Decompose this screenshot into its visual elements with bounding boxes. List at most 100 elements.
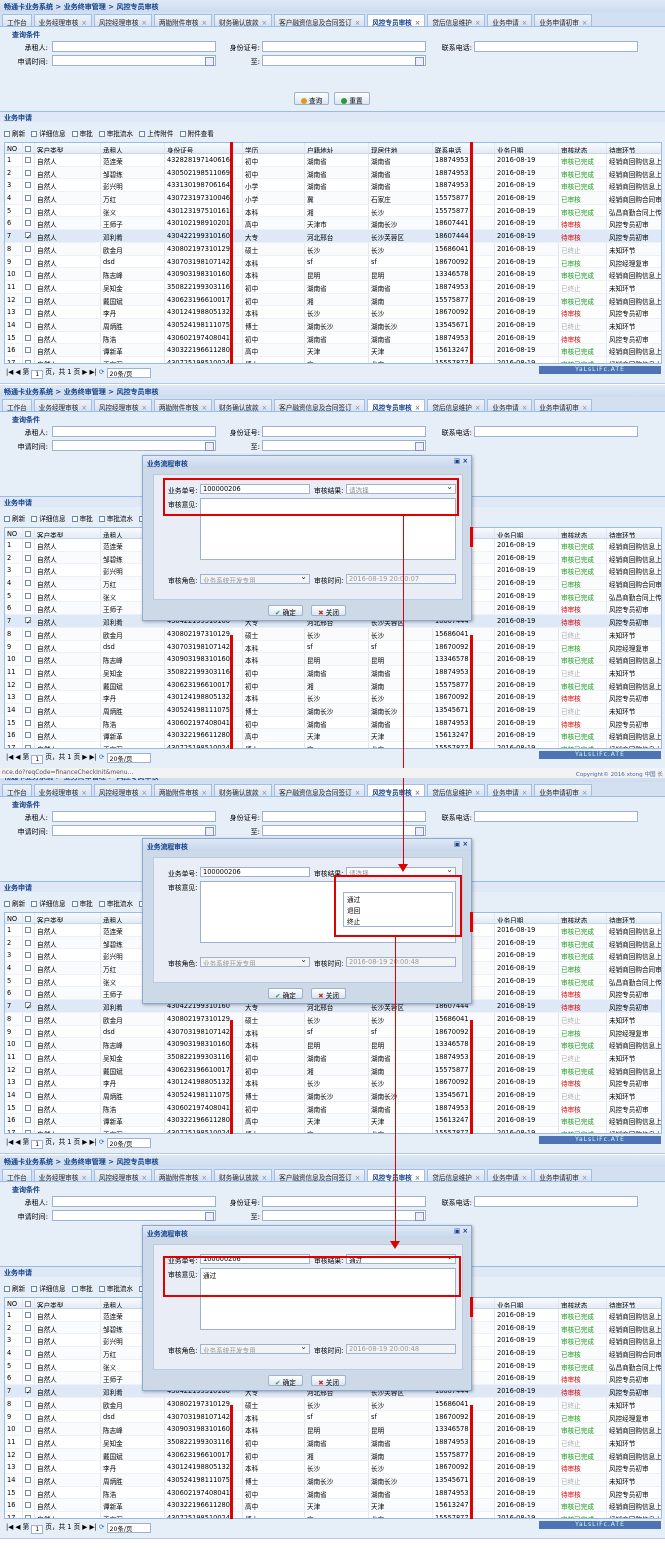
tab-5[interactable]: 客户融资信息及合同签订 × [274,784,366,796]
page-input[interactable]: 1 [31,1525,44,1534]
column-header[interactable]: 业务日期 [495,1298,559,1308]
tab-8[interactable]: 业务申请 × [487,14,533,26]
column-header[interactable]: 审核状态 [559,1298,607,1308]
toolbar-button-1[interactable]: 详细信息 [31,898,66,908]
table-row[interactable]: 11 自然人 吴知金 350822199303116 初中 湖南省 湖南省 18… [5,1435,661,1449]
row-checkbox[interactable] [25,990,31,997]
row-checkbox[interactable] [25,965,31,972]
row-checkbox[interactable] [25,1015,31,1022]
row-checkbox[interactable] [25,732,31,739]
tab-3[interactable]: 两勘附件审核 × [153,14,213,26]
column-header[interactable] [23,1298,35,1308]
close-icon[interactable]: × [462,457,468,465]
close-icon[interactable]: × [475,1174,481,1181]
page-input[interactable]: 1 [31,370,44,379]
page-size-select[interactable]: 20条/页 [106,1523,151,1533]
column-header[interactable]: NO [5,143,23,153]
renter-input[interactable] [52,811,216,822]
table-row[interactable]: 15 自然人 陈浩 430602197408041 初中 湖南省 湖南省 188… [5,716,661,730]
table-row[interactable]: 9 自然人 dsd 430703198107142 本科 sf sf 18670… [5,640,661,654]
row-checkbox[interactable] [25,1337,31,1344]
phone-input[interactable] [474,426,638,437]
close-icon[interactable]: × [355,789,361,796]
row-checkbox[interactable] [25,719,31,726]
tab-9[interactable]: 业务申请初审 × [534,1169,593,1181]
tab-2[interactable]: 风控经理审核 × [93,399,152,411]
page-input[interactable]: 1 [31,1140,44,1149]
close-icon[interactable]: × [522,404,528,411]
row-checkbox[interactable] [25,283,31,290]
row-checkbox[interactable] [25,220,31,227]
table-row[interactable]: 16 自然人 谭新革 430322196611280 高中 天津 天津 1561… [5,729,661,742]
column-header[interactable]: NO [5,913,23,923]
close-icon[interactable]: × [202,404,208,411]
row-checkbox[interactable] [25,271,31,278]
start-date-input[interactable] [52,825,216,836]
table-row[interactable]: 15 自然人 陈浩 430602197408041 初中 湖南省 湖南省 188… [5,1486,661,1500]
tab-8[interactable]: 业务申请 × [487,784,533,796]
tab-6[interactable]: 风控专员审核 × [367,784,426,796]
next-page-icon[interactable]: ▶ [82,1523,87,1531]
table-row[interactable]: 11 自然人 吴知金 350822199303116 初中 湖南省 湖南省 18… [5,1050,661,1064]
row-checkbox[interactable] [25,1451,31,1458]
row-checkbox[interactable] [25,258,31,265]
tab-9[interactable]: 业务申请初审 × [534,399,593,411]
table-row[interactable]: 14 自然人 周炳胜 430524198111075 博士 湖南长沙 湖南长沙 … [5,318,661,332]
refresh-icon[interactable]: ⟳ [99,1138,105,1146]
tab-3[interactable]: 两勘附件审核 × [153,1169,213,1181]
close-icon[interactable]: × [462,1227,468,1235]
tab-5[interactable]: 客户融资信息及合同签订 × [274,1169,366,1181]
table-row[interactable]: 17 自然人 王京军 430725198510024 博士 京 北京 15557… [5,1512,661,1518]
column-header[interactable]: 业务日期 [495,913,559,923]
close-icon[interactable]: × [141,404,147,411]
column-header[interactable]: 待审环节 [607,913,661,923]
column-header[interactable]: 客户类型 [35,1298,101,1308]
column-header[interactable]: 审核状态 [559,913,607,923]
tab-0[interactable]: 工作台 [2,399,32,411]
phone-input[interactable] [474,1196,638,1207]
column-header[interactable]: 客户类型 [35,913,101,923]
toolbar-button-1[interactable]: 详细信息 [31,128,66,138]
toolbar-button-2[interactable]: 审批 [71,513,93,523]
table-row[interactable]: 13 自然人 李丹 430124198805132 本科 长沙 长沙 18670… [5,1461,661,1474]
row-checkbox[interactable] [25,554,31,561]
business-number-field[interactable]: 100000206 [200,867,310,877]
table-row[interactable]: 10 自然人 陈志峰 430903198310160 本科 昆明 昆明 1334… [5,1038,661,1051]
column-header[interactable]: NO [5,1298,23,1308]
tab-7[interactable]: 贷后信息维护 × [427,14,486,26]
reset-button[interactable]: 重置 [334,92,370,105]
close-icon[interactable]: × [355,404,361,411]
next-page-icon[interactable]: ▶ [82,1138,87,1146]
close-button[interactable]: ✖ 关闭 [311,1375,346,1387]
close-icon[interactable]: × [141,789,147,796]
table-row[interactable]: 12 自然人 戴国斌 430623196610017 初中 湘 湖南 15575… [5,1063,661,1077]
tab-1[interactable]: 业务经理审核 × [33,14,92,26]
table-row[interactable]: 8 自然人 欧金月 430802197310129 硕士 长沙 长沙 15686… [5,1397,661,1411]
table-row[interactable]: 3 自然人 彭兴明 433130198706164 小学 湖南省 湖南省 188… [5,179,661,193]
select-all-checkbox[interactable] [25,146,31,152]
close-icon[interactable]: × [355,1174,361,1181]
toolbar-button-2[interactable]: 审批 [71,1283,93,1293]
row-checkbox[interactable] [25,1502,31,1509]
end-date-input[interactable] [262,440,426,451]
column-header[interactable]: 户籍地址 [305,143,369,153]
row-checkbox[interactable] [25,927,31,933]
row-checkbox[interactable] [25,1362,31,1369]
close-icon[interactable]: × [582,789,588,796]
option-item[interactable]: 通过 [344,893,452,904]
tab-5[interactable]: 客户融资信息及合同签订 × [274,399,366,411]
close-icon[interactable]: × [475,19,481,26]
close-icon[interactable]: × [582,1174,588,1181]
table-row[interactable]: 2 自然人 邹碧练 430502198511069 初中 湖南省 湖南省 188… [5,166,661,180]
table-row[interactable]: 16 自然人 谭新革 430322196611280 高中 天津 天津 1561… [5,1499,661,1512]
row-checkbox[interactable] [25,643,31,650]
row-checkbox[interactable] [25,694,31,701]
toolbar-button-0[interactable]: 刷新 [4,513,25,523]
table-row[interactable]: 11 自然人 吴知金 350822199303116 初中 湖南省 湖南省 18… [5,665,661,679]
row-checkbox[interactable] [25,605,31,612]
table-row[interactable]: 9 自然人 dsd 430703198107142 本科 sf sf 18670… [5,255,661,269]
toolbar-button-5[interactable]: 附件查看 [179,128,214,138]
table-row[interactable]: 12 自然人 戴国斌 430623196610017 初中 湘 湖南 15575… [5,293,661,307]
row-checkbox[interactable] [25,1438,31,1445]
tab-0[interactable]: 工作台 [2,14,32,26]
